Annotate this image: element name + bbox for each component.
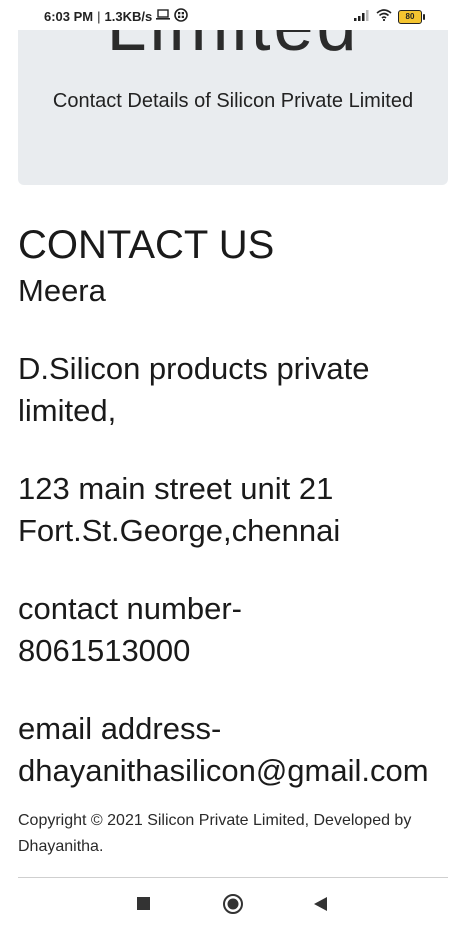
laptop-icon [156, 9, 171, 24]
status-time: 6:03 PM [44, 9, 94, 24]
status-separator: | [97, 9, 101, 24]
contact-heading: CONTACT US [18, 223, 275, 267]
home-circle-icon[interactable] [222, 893, 244, 920]
hero-display-text: Limited [18, 30, 448, 66]
status-left: 6:03 PM | 1.3KB/s [44, 8, 189, 25]
company-line-1: D.Silicon products private [18, 351, 370, 386]
hero-lead-text: Contact Details of Silicon Private Limit… [52, 90, 414, 112]
email-label: email address- [18, 711, 222, 746]
address-line-2: Fort.St.George,chennai [18, 513, 341, 548]
network-speed: 1.3KB/s [104, 9, 153, 24]
status-right: 80 [354, 8, 425, 26]
recents-square-icon[interactable] [136, 896, 152, 917]
back-triangle-icon[interactable] [313, 896, 329, 917]
company-line-2: limited, [18, 393, 117, 428]
contact-name: Meera [18, 273, 106, 308]
contact-section: CONTACT US Meera D.Silicon products priv… [18, 220, 464, 792]
address-line-1: 123 main street unit 21 [18, 471, 334, 506]
vpn-icon [174, 8, 189, 25]
phone-label: contact number- [18, 591, 242, 626]
status-bar: 6:03 PM | 1.3KB/s 80 [0, 0, 464, 30]
email-address[interactable]: dhayanithasilicon@gmail.com [18, 750, 464, 792]
phone-number[interactable]: 8061513000 [18, 630, 464, 672]
signal-icon [354, 8, 370, 26]
footer-divider [18, 877, 448, 878]
copyright-footer: Copyright © 2021 Silicon Private Limited… [18, 812, 412, 855]
system-nav-bar [0, 880, 464, 942]
wifi-icon [376, 8, 392, 26]
hero-jumbotron: Limited Contact Details of Silicon Priva… [18, 30, 448, 185]
battery-icon: 80 [398, 10, 425, 24]
